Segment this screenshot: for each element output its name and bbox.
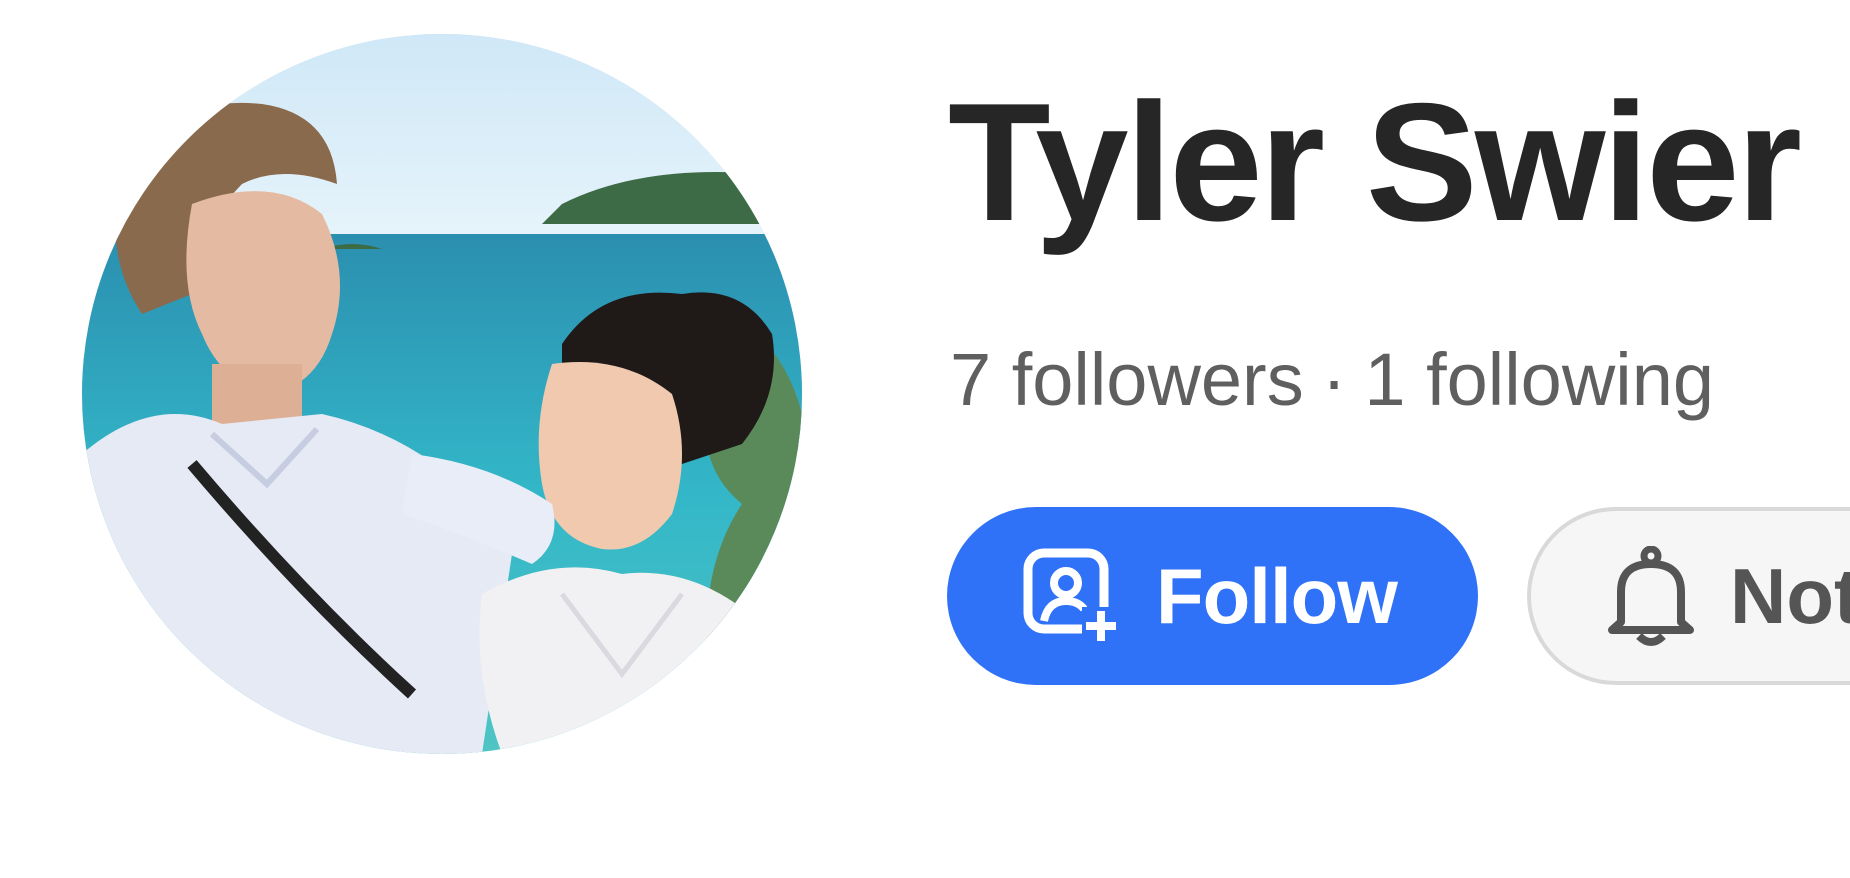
bell-icon [1606,545,1696,646]
notify-button[interactable]: Notify [1527,507,1850,685]
follow-button-label: Follow [1156,551,1398,640]
notify-button-label: Notify [1730,551,1850,640]
avatar-photo [82,34,802,754]
profile-name: Tyler Swier [948,68,1802,256]
stats-separator: · [1321,338,1347,421]
followers-count[interactable]: 7 followers [950,338,1304,421]
follow-stats: 7 followers · 1 following [950,336,1714,425]
profile-header: Tyler Swier 7 followers · 1 following Foll… [0,0,1850,878]
follow-button[interactable]: Follow [947,507,1478,685]
following-count[interactable]: 1 following [1364,338,1714,421]
avatar[interactable] [82,34,802,754]
person-add-icon [1022,547,1120,645]
